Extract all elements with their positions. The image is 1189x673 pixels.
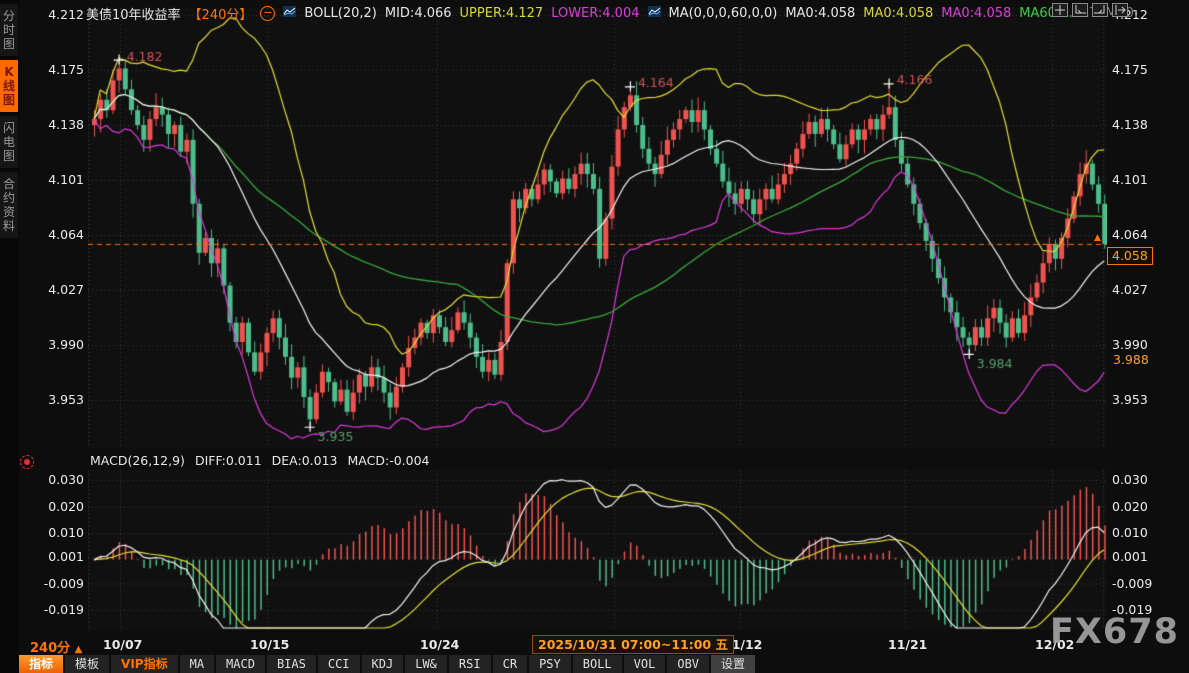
axis-tick-label: -0.009	[1112, 576, 1172, 592]
axis-tick-label: 0.030	[34, 472, 84, 488]
x-axis-date-label: 11/21	[888, 637, 927, 652]
axis-tick-label: 4.175	[1112, 62, 1172, 78]
main-chart-canvas[interactable]	[88, 8, 1107, 448]
axis-tick-label: 4.101	[1112, 172, 1172, 188]
ma0-magenta-value: MA0:4.058	[941, 6, 1011, 21]
footer-button-MA[interactable]: MA	[180, 655, 214, 673]
chart-header: 美债10年收益率 【240分】 − BOLL(20,2) MID:4.066 U…	[86, 4, 1138, 22]
boll-mid-value: MID:4.066	[385, 6, 452, 21]
last-price-label: 4.058	[1107, 247, 1153, 265]
axis-tick-label: 3.953	[1112, 392, 1172, 408]
axis-tick-label: 4.212	[34, 7, 84, 23]
axis-tick-label: 0.001	[1112, 549, 1172, 565]
sidebar-tab-K线图[interactable]: K线图	[0, 60, 18, 112]
axis-tick-label: 4.138	[1112, 117, 1172, 133]
footer-button-PSY[interactable]: PSY	[529, 655, 571, 673]
crosshair-icon[interactable]	[1052, 3, 1068, 17]
macd-chart-canvas[interactable]	[88, 470, 1107, 630]
footer-button-设置[interactable]: 设置	[711, 655, 755, 673]
x-axis-row: 240分 ▲ 10/0710/1510/2411/1211/2112/02202…	[0, 635, 1189, 654]
x-axis-date-label: 10/15	[250, 637, 289, 652]
ma0-white-value: MA0:4.058	[785, 6, 855, 21]
period-dropdown-icon: ▲	[75, 644, 83, 655]
axis-tick-label: 0.020	[1112, 499, 1172, 515]
macd-dea-value: DEA:0.013	[272, 453, 338, 468]
boll-lower-value: LOWER:4.004	[551, 6, 639, 21]
collapse-pane-icon[interactable]: −	[260, 6, 275, 21]
footer-button-CR[interactable]: CR	[493, 655, 527, 673]
footer-button-RSI[interactable]: RSI	[449, 655, 491, 673]
axis-tick-label: 4.064	[1112, 227, 1172, 243]
alert-indicator-icon[interactable]	[20, 455, 34, 469]
page-title: 美债10年收益率	[86, 4, 181, 23]
x-axis-period-label[interactable]: 240分 ▲	[30, 637, 82, 656]
axis-tick-label: 0.010	[1112, 525, 1172, 541]
footer-button-LW&[interactable]: LW&	[405, 655, 447, 673]
ref-price-label: 3.988	[1110, 352, 1152, 367]
footer-button-VOL[interactable]: VOL	[624, 655, 666, 673]
footer-button-指标[interactable]: 指标	[19, 655, 63, 673]
x-axis-highlight-date: 2025/10/31 07:00~11:00 五	[532, 635, 734, 654]
x-axis-date-label: 10/24	[420, 637, 459, 652]
sidebar-tab-合约资料[interactable]: 合约资料	[0, 172, 18, 238]
period-label: 【240分】	[189, 4, 253, 23]
ma0-yellow-value: MA0:4.058	[863, 6, 933, 21]
axis-tick-label: 0.030	[1112, 472, 1172, 488]
ma-indicator-icon	[648, 6, 661, 21]
axis-tick-label: -0.009	[34, 576, 84, 592]
footer-toolbar: 指标模板VIP指标MAMACDBIASCCIKDJLW&RSICRPSYBOLL…	[19, 655, 755, 673]
macd-header: MACD(26,12,9) DIFF:0.011 DEA:0.013 MACD:…	[90, 453, 430, 468]
chart-toolbar-icons	[1052, 3, 1128, 17]
footer-button-MACD[interactable]: MACD	[216, 655, 265, 673]
axis-tick-label: 0.001	[34, 549, 84, 565]
boll-name: BOLL(20,2)	[304, 6, 377, 21]
axis-tick-label: 4.064	[34, 227, 84, 243]
axis-scale-right-icon[interactable]	[1092, 3, 1108, 17]
axis-tick-label: 3.953	[34, 392, 84, 408]
footer-button-CCI[interactable]: CCI	[318, 655, 360, 673]
footer-button-KDJ[interactable]: KDJ	[362, 655, 404, 673]
axis-scale-left-icon[interactable]	[1072, 3, 1088, 17]
left-sidebar: 分时图 K线图闪电图合约资料	[0, 0, 19, 673]
axis-tick-label: 4.101	[34, 172, 84, 188]
pan-right-icon[interactable]	[1112, 3, 1128, 17]
footer-button-VIP指标[interactable]: VIP指标	[111, 655, 178, 673]
macd-name: MACD(26,12,9)	[90, 453, 185, 468]
axis-tick-label: 3.990	[1112, 337, 1172, 353]
axis-tick-label: 4.027	[1112, 282, 1172, 298]
x-axis-date-label: 10/07	[103, 637, 142, 652]
macd-diff-value: DIFF:0.011	[195, 453, 262, 468]
axis-tick-label: 0.020	[34, 499, 84, 515]
ma-name: MA(0,0,0,60,0,0)	[669, 6, 778, 21]
footer-button-模板[interactable]: 模板	[65, 655, 109, 673]
axis-tick-label: 4.138	[34, 117, 84, 133]
last-price-marker-icon: ▲	[1094, 233, 1101, 243]
watermark: FX678	[1050, 612, 1179, 652]
macd-macd-value: MACD:-0.004	[348, 453, 430, 468]
boll-indicator-icon	[283, 6, 296, 21]
sidebar-tab-闪电图[interactable]: 闪电图	[0, 116, 18, 168]
axis-tick-label: 0.010	[34, 525, 84, 541]
footer-button-BOLL[interactable]: BOLL	[573, 655, 622, 673]
axis-tick-label: -0.019	[34, 602, 84, 618]
axis-tick-label: 3.990	[34, 337, 84, 353]
footer-button-OBV[interactable]: OBV	[667, 655, 709, 673]
boll-upper-value: UPPER:4.127	[460, 6, 544, 21]
axis-tick-label: 4.175	[34, 62, 84, 78]
footer-button-BIAS[interactable]: BIAS	[267, 655, 316, 673]
sidebar-tab-分时图[interactable]: 分时图	[0, 4, 18, 56]
axis-tick-label: 4.027	[34, 282, 84, 298]
